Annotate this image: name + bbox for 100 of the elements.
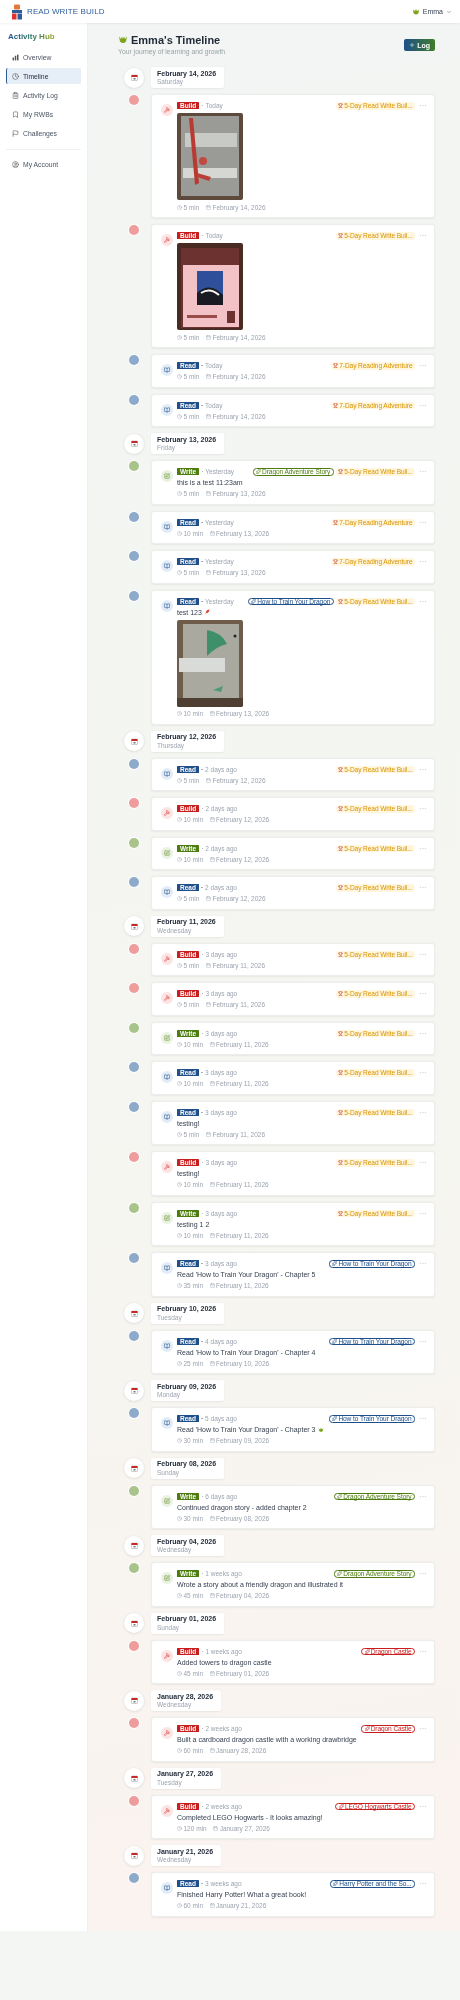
calendar-icon — [209, 1748, 215, 1754]
user-icon — [12, 161, 19, 168]
sparkle-icon — [364, 1726, 370, 1732]
timeline-dot — [129, 394, 139, 405]
book-icon — [164, 1074, 170, 1080]
sparkle-icon — [364, 1648, 370, 1654]
timeline-dot — [129, 758, 139, 769]
calendar-icon — [205, 491, 211, 497]
timeline-dot — [129, 1718, 139, 1728]
calendar-icon — [209, 1515, 215, 1521]
timeline-dot — [129, 511, 139, 522]
timeline-dot — [129, 1873, 139, 1883]
calendar-icon — [130, 1387, 138, 1394]
clock-icon — [177, 777, 182, 783]
calendar-icon — [213, 1825, 219, 1831]
sidebar-title: Activity Hub — [8, 32, 55, 41]
trophy-icon — [338, 766, 344, 772]
hammer-icon — [164, 1807, 170, 1814]
pencil-icon — [164, 849, 170, 856]
book-icon — [164, 1420, 170, 1426]
clock-icon — [177, 1748, 182, 1754]
hammer-icon — [164, 810, 170, 816]
sparkle-icon — [332, 1261, 338, 1267]
timeline-dot — [129, 837, 139, 848]
hammer-icon — [164, 107, 170, 113]
calendar-icon — [209, 1438, 215, 1444]
timeline-dot — [129, 1408, 139, 1418]
clock-icon — [177, 1825, 182, 1831]
calendar-icon — [209, 1041, 215, 1047]
trophy-icon — [338, 469, 344, 475]
calendar-icon — [205, 962, 211, 968]
logo-icon — [11, 3, 23, 20]
clock-icon — [177, 1002, 182, 1008]
trophy-icon — [338, 845, 344, 851]
trophy-icon — [338, 991, 344, 997]
sparkle-icon — [338, 1803, 344, 1809]
book-icon — [164, 1885, 170, 1891]
calendar-icon — [205, 334, 211, 340]
chart-icon — [12, 53, 19, 61]
clock-icon — [177, 817, 182, 823]
pencil-icon — [164, 1497, 170, 1504]
calendar-icon — [205, 413, 211, 419]
timeline-dot — [129, 983, 139, 993]
calendar-icon — [209, 530, 215, 536]
clock-icon — [177, 374, 182, 380]
clock-icon — [177, 413, 182, 419]
calendar-icon — [205, 1131, 211, 1137]
clock-icon — [177, 1041, 182, 1047]
timeline-dot — [129, 1795, 139, 1806]
trophy-icon — [338, 1070, 344, 1076]
timeline-dot — [129, 590, 139, 601]
sparkle-icon — [256, 469, 262, 475]
clock-icon — [177, 1182, 182, 1188]
calendar-icon — [130, 74, 138, 81]
bookmark-icon — [12, 110, 19, 118]
sparkle-icon — [333, 1881, 339, 1887]
calendar-icon — [209, 1182, 215, 1188]
pencil-icon — [164, 473, 170, 479]
trophy-icon — [333, 402, 339, 408]
pencil-icon — [164, 1034, 170, 1041]
trophy-icon — [338, 1030, 344, 1036]
chevron-icon — [446, 8, 452, 15]
clock-icon — [177, 491, 182, 497]
calendar-icon — [205, 570, 211, 576]
calendar-icon — [209, 1903, 215, 1909]
calendar-icon — [209, 856, 215, 862]
book-icon — [164, 563, 170, 569]
calendar-icon — [209, 817, 215, 823]
timeline-dot — [129, 877, 139, 887]
timeline-dot — [129, 1152, 139, 1162]
dragon-icon — [118, 35, 128, 45]
sparkle-icon — [337, 1571, 343, 1577]
calendar-icon — [209, 711, 215, 717]
timeline-dot — [129, 1101, 139, 1112]
clock-icon — [177, 1438, 182, 1444]
trophy-icon — [338, 1210, 344, 1216]
calendar-icon — [130, 737, 138, 745]
clock-icon — [177, 1360, 182, 1366]
clock-icon — [177, 711, 182, 717]
calendar-icon — [209, 1283, 215, 1289]
hammer-icon — [164, 1652, 170, 1659]
clock-icon — [177, 1131, 182, 1137]
clock-icon — [12, 72, 19, 80]
book-icon — [164, 1113, 170, 1120]
pencil-icon — [164, 1214, 170, 1221]
clock-icon — [177, 1232, 182, 1238]
calendar-icon — [130, 1309, 138, 1317]
timeline-dot — [129, 1022, 139, 1033]
trophy-icon — [333, 559, 339, 565]
clock-icon — [177, 1593, 182, 1599]
trophy-icon — [333, 363, 339, 369]
calendar-icon — [130, 922, 138, 930]
timeline-dot — [129, 551, 139, 561]
clock-icon — [177, 204, 182, 210]
sparkle-icon — [332, 1338, 338, 1344]
calendar-icon — [130, 1542, 138, 1549]
clock-icon — [177, 334, 182, 340]
book-icon — [164, 406, 170, 413]
sparkle-icon — [337, 1493, 343, 1499]
timeline-dot — [129, 95, 139, 105]
